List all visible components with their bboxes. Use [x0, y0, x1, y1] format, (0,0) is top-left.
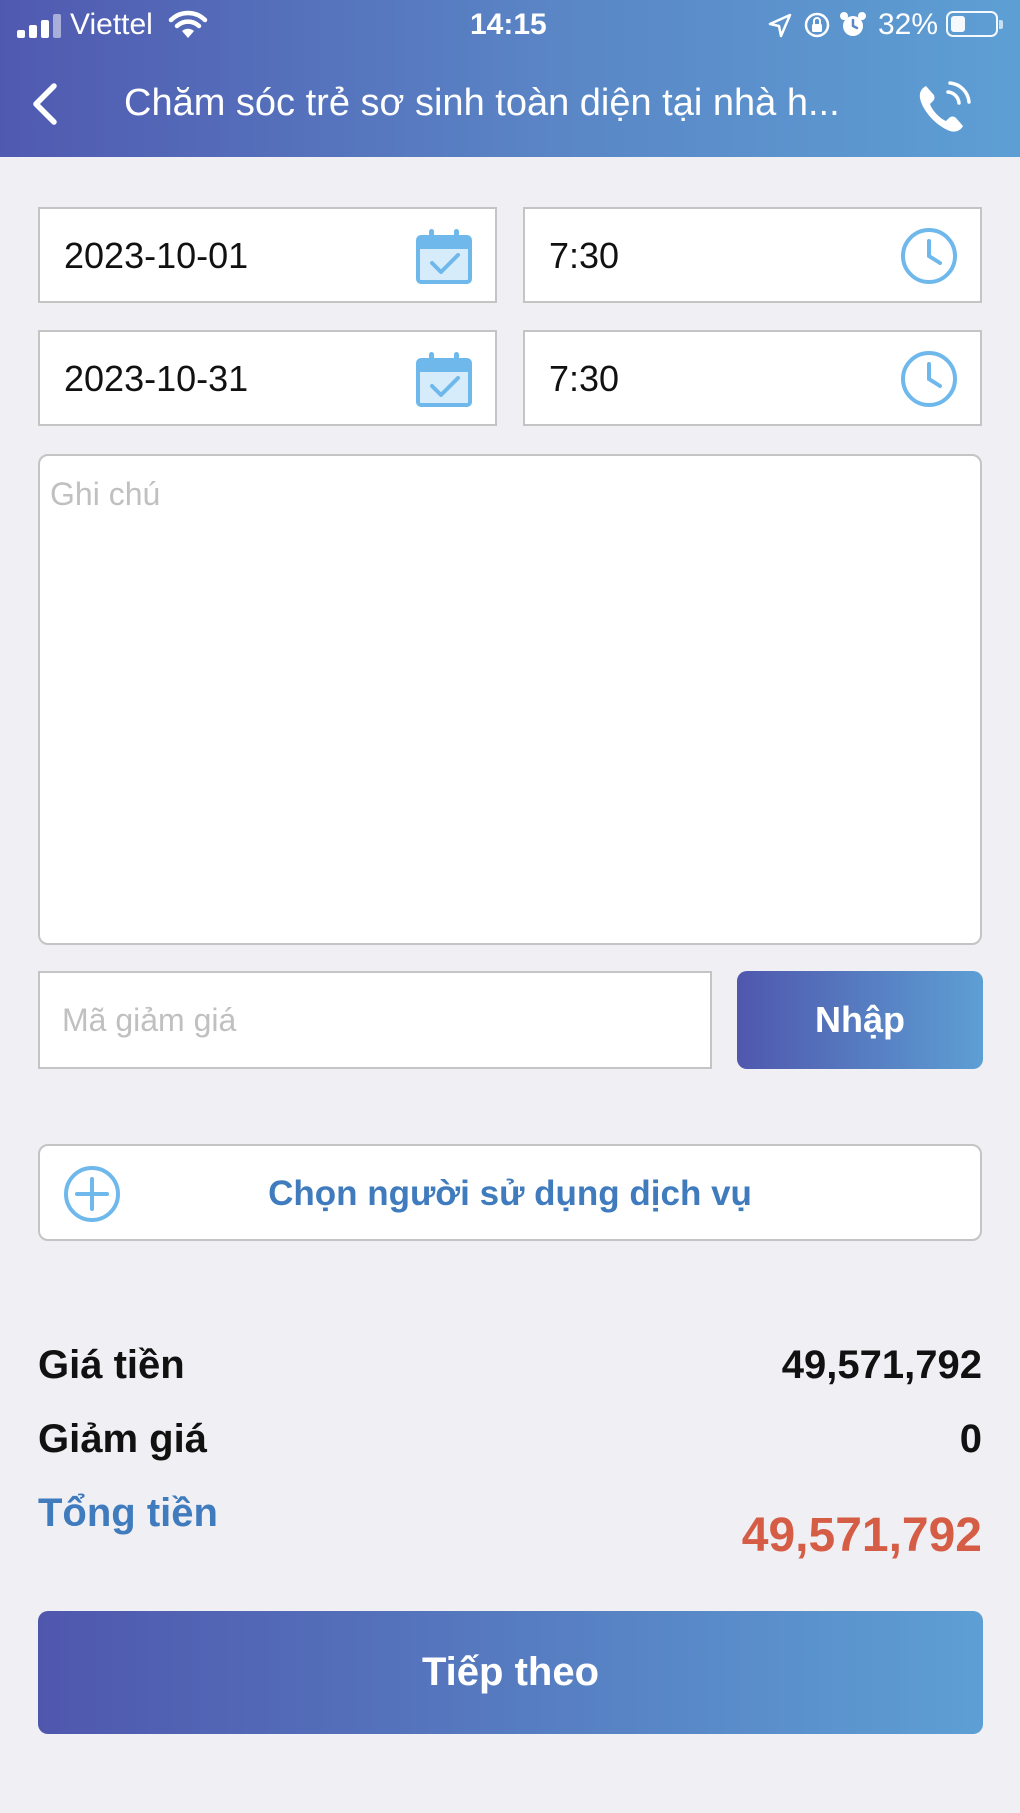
- clock-icon: [901, 351, 957, 407]
- price-label: Giá tiền: [38, 1343, 185, 1387]
- phone-call-icon[interactable]: [912, 78, 976, 138]
- calendar-icon: [416, 352, 472, 407]
- status-time: 14:15: [470, 8, 547, 41]
- discount-value: 0: [959, 1417, 982, 1461]
- end-time-value: 7:30: [549, 358, 620, 399]
- app-header: Viettel 14:15 32% Chăm sóc trẻ sơ sinh t…: [0, 0, 1020, 157]
- total-value: 49,571,792: [741, 1509, 982, 1562]
- back-icon[interactable]: [24, 76, 70, 132]
- total-label: Tổng tiền: [38, 1491, 218, 1535]
- rotation-lock-icon: [804, 12, 830, 38]
- next-button[interactable]: Tiếp theo: [38, 1611, 983, 1734]
- start-date-value: 2023-10-01: [64, 235, 249, 276]
- status-bar: Viettel 14:15 32%: [0, 0, 1020, 52]
- apply-coupon-button[interactable]: Nhập: [737, 971, 983, 1069]
- end-date-field[interactable]: 2023-10-31: [38, 330, 497, 426]
- page-title: Chăm sóc trẻ sơ sinh toàn diện tại nhà h…: [124, 82, 840, 124]
- start-time-field[interactable]: 7:30: [523, 207, 982, 303]
- start-time-value: 7:30: [549, 235, 620, 276]
- end-date-value: 2023-10-31: [64, 358, 249, 399]
- choose-user-label: Chọn người sử dụng dịch vụ: [268, 1174, 752, 1213]
- note-textarea[interactable]: [38, 454, 982, 945]
- alarm-icon: [840, 12, 866, 36]
- battery-icon: [946, 11, 1003, 37]
- discount-label: Giảm giá: [38, 1417, 207, 1461]
- start-date-field[interactable]: 2023-10-01: [38, 207, 497, 303]
- location-icon: [768, 13, 792, 38]
- carrier-name: Viettel: [70, 8, 153, 41]
- choose-user-button[interactable]: Chọn người sử dụng dịch vụ: [38, 1144, 982, 1241]
- wifi-icon: [168, 10, 208, 38]
- price-value: 49,571,792: [781, 1343, 982, 1387]
- battery-percent: 32%: [878, 8, 939, 41]
- coupon-input[interactable]: [38, 971, 712, 1069]
- signal-icon: [17, 14, 63, 38]
- calendar-icon: [416, 229, 472, 284]
- clock-icon: [901, 228, 957, 284]
- end-time-field[interactable]: 7:30: [523, 330, 982, 426]
